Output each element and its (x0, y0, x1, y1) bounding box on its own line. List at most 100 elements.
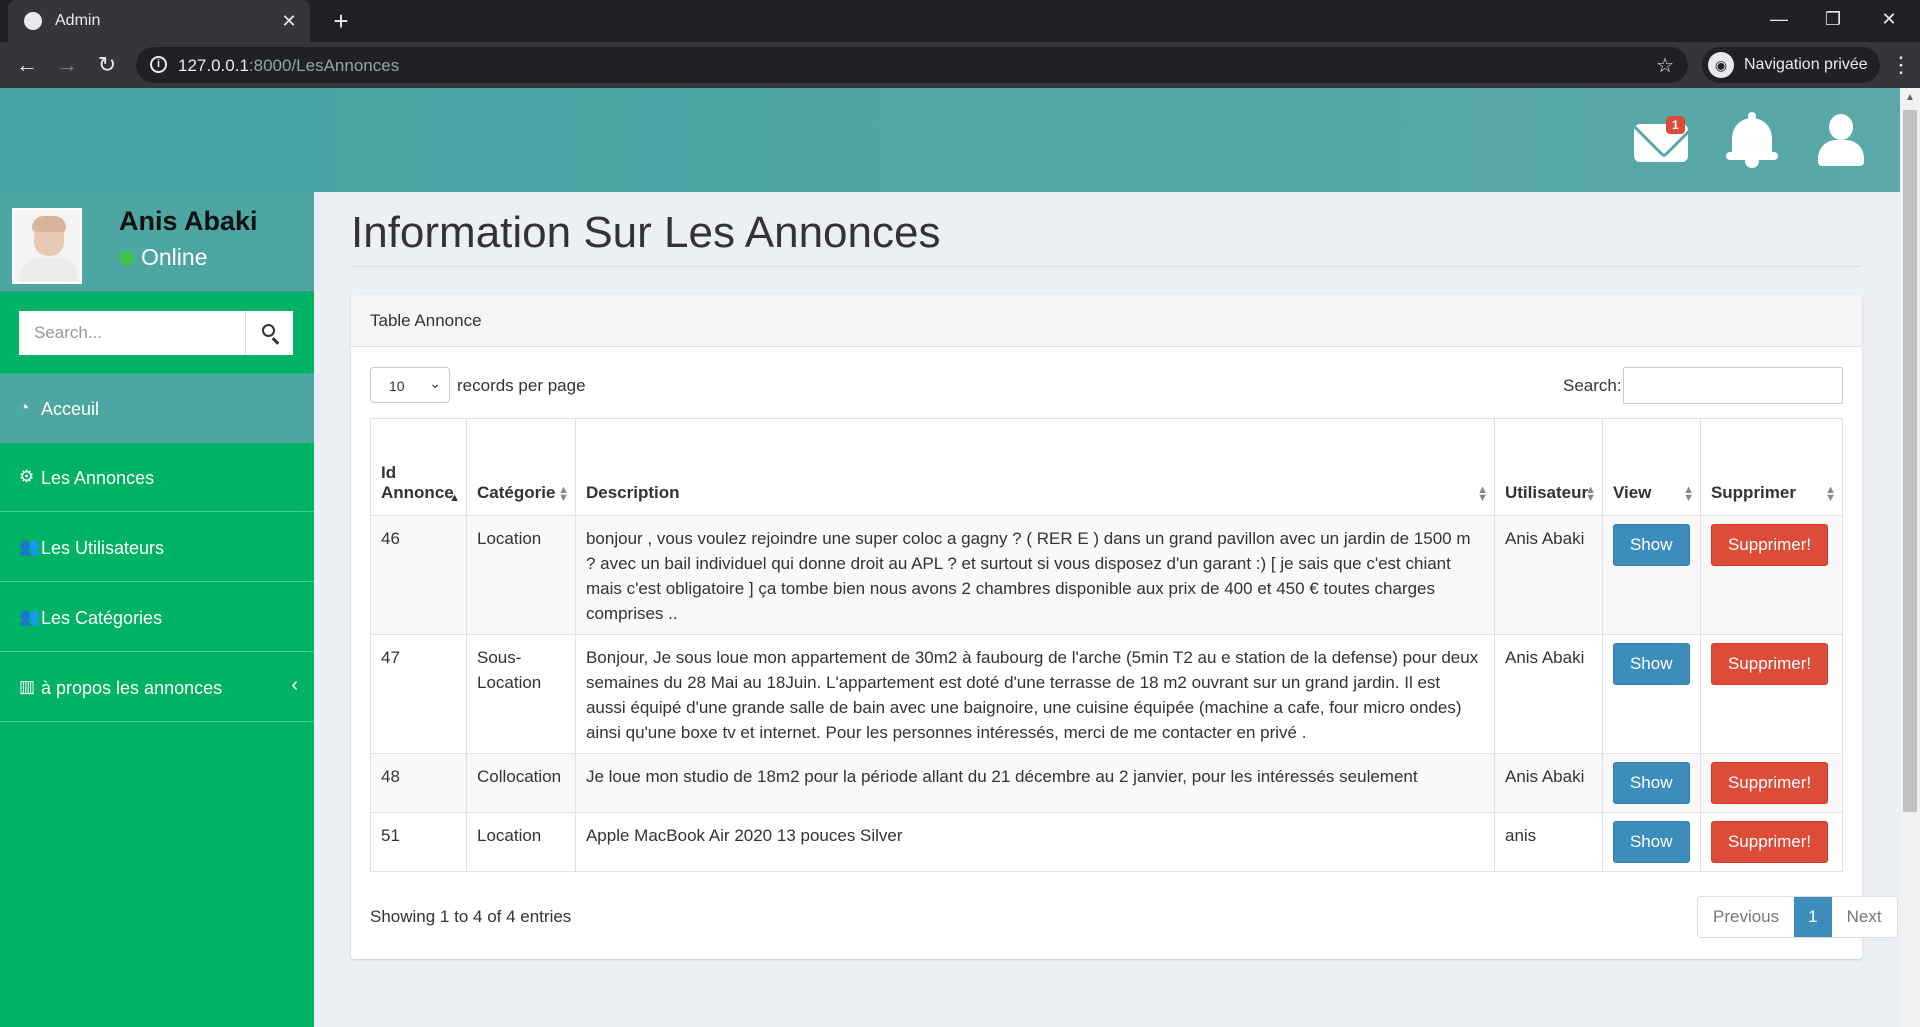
column-header-label: Id Annonce (381, 463, 454, 502)
column-header-label: Catégorie (476, 483, 556, 502)
show-button[interactable]: Show (1612, 643, 1690, 685)
page-title: Information Sur Les Annonces (351, 208, 941, 257)
cell-utilisateur: Anis Abaki (1493, 634, 1603, 754)
user-panel: Anis Abaki Online (0, 192, 314, 292)
envelope-icon[interactable]: 1 (1634, 116, 1688, 162)
delete-button[interactable]: Supprimer! (1710, 524, 1829, 566)
show-button[interactable]: Show (1612, 524, 1690, 566)
cell-view: Show (1601, 753, 1701, 813)
chevron-left-icon[interactable]: ‹ (291, 674, 298, 697)
delete-button[interactable]: Supprimer! (1710, 643, 1829, 685)
table-search-input[interactable] (1623, 367, 1843, 404)
page-1-button[interactable]: 1 (1794, 897, 1832, 937)
sort-asc-icon: ▲ (449, 492, 460, 504)
column-header-supprimer[interactable]: Supprimer ▲ ▼ (1699, 418, 1844, 516)
avatar (12, 208, 82, 284)
column-header-description[interactable]: Description ▲ ▼ (574, 418, 1495, 516)
show-button[interactable]: Show (1612, 821, 1690, 863)
incognito-indicator[interactable]: ◉ Navigation privée (1702, 47, 1880, 83)
users-icon: 👥 (19, 607, 41, 626)
column-header-categorie[interactable]: Catégorie ▲ ▼ (465, 418, 576, 516)
sidebar-item-utilisateurs[interactable]: 👥 Les Utilisateurs (0, 513, 314, 582)
column-header-id[interactable]: Id Annonce ▲ (370, 418, 467, 516)
window-close-icon[interactable]: ✕ (1866, 4, 1912, 34)
reload-icon[interactable]: ↻ (92, 50, 122, 80)
menu-icon[interactable]: ⋮ (1890, 50, 1912, 80)
tab-close-icon[interactable]: ✕ (278, 10, 300, 32)
user-status-label: Online (141, 244, 208, 270)
cogs-icon: ⚙ (19, 467, 35, 486)
globe-icon (24, 12, 42, 30)
tab-title: Admin (55, 12, 101, 29)
back-icon[interactable]: ← (12, 50, 42, 80)
browser-toolbar: ← → ↻ i 127.0.0.1:8000/LesAnnonces ☆ ◉ N… (0, 42, 1920, 88)
bar-chart-icon: ▥ (19, 677, 36, 696)
star-icon[interactable]: ☆ (1656, 53, 1674, 78)
cell-view: Show (1601, 515, 1701, 635)
chevron-down-icon: ⌄ (429, 375, 441, 391)
scrollbar-thumb[interactable] (1903, 110, 1917, 812)
delete-button[interactable]: Supprimer! (1710, 821, 1829, 863)
scroll-up-icon[interactable]: ▲ (1905, 92, 1915, 103)
browser-tab[interactable]: Admin ✕ (8, 0, 310, 42)
user-icon[interactable] (1818, 114, 1864, 170)
cell-description: bonjour , vous voulez rejoindre une supe… (574, 515, 1495, 635)
sidebar: Anis Abaki Online ◔ Acceuil ⚙ Les Annonc… (0, 192, 314, 1027)
cell-supprimer: Supprimer! (1699, 515, 1844, 635)
records-per-page-select[interactable]: 10 ⌄ (370, 367, 450, 403)
forward-icon[interactable]: → (52, 50, 82, 80)
browser-tab-bar: Admin ✕ + — ❐ ✕ (0, 0, 1920, 42)
column-header-label: View (1612, 483, 1652, 502)
sidebar-item-label: à propos les annonces (41, 678, 223, 698)
restore-icon[interactable]: ❐ (1810, 4, 1856, 34)
table-row: 46 Location bonjour , vous voulez rejoin… (370, 515, 1844, 635)
minimize-icon[interactable]: — (1756, 4, 1802, 34)
user-status: Online (119, 244, 207, 271)
sort-icon: ▲ ▼ (1825, 484, 1836, 504)
sidebar-item-label: Acceuil (41, 399, 100, 419)
sort-icon: ▲ ▼ (1585, 484, 1596, 504)
url-path: :8000/LesAnnonces (248, 56, 400, 75)
annonces-table: Id Annonce ▲ Catégorie ▲ ▼ Description ▲ ▼ Ut… (370, 418, 1844, 872)
sidebar-item-label: Les Annonces (41, 468, 155, 488)
sidebar-search-button[interactable] (245, 311, 293, 355)
sidebar-search-input[interactable] (19, 311, 245, 355)
next-page-button[interactable]: Next (1831, 897, 1897, 937)
url-text[interactable]: 127.0.0.1:8000/LesAnnonces (178, 56, 399, 76)
new-tab-button[interactable]: + (326, 6, 356, 36)
box-title: Table Annonce (370, 311, 482, 330)
cell-id: 46 (370, 515, 467, 635)
vertical-scrollbar[interactable]: ▲ (1900, 88, 1920, 1027)
user-name: Anis Abaki (119, 206, 258, 236)
column-header-label: Utilisateur (1504, 483, 1589, 502)
incognito-icon: ◉ (1708, 52, 1734, 78)
info-icon[interactable]: i (150, 56, 167, 73)
column-header-view[interactable]: View ▲ ▼ (1601, 418, 1701, 516)
cell-description: Bonjour, Je sous loue mon appartement de… (574, 634, 1495, 754)
sidebar-item-categories[interactable]: 👥 Les Catégories (0, 583, 314, 652)
mail-badge: 1 (1666, 116, 1685, 134)
sidebar-item-apropos[interactable]: ▥ à propos les annonces ‹ (0, 653, 314, 722)
table-box: Table Annonce 10 ⌄ records per page Sear… (351, 295, 1898, 959)
cell-categorie: Collocation (465, 753, 576, 813)
sort-icon: ▲ ▼ (1477, 484, 1488, 504)
delete-button[interactable]: Supprimer! (1710, 762, 1829, 804)
table-info: Showing 1 to 4 of 4 entries (370, 907, 572, 926)
sidebar-item-label: Les Catégories (41, 608, 163, 628)
cell-view: Show (1601, 812, 1701, 872)
address-bar[interactable]: i 127.0.0.1:8000/LesAnnonces ☆ (136, 47, 1688, 83)
column-header-utilisateur[interactable]: Utilisateur ▲ ▼ (1493, 418, 1603, 516)
table-row: 51 Location Apple MacBook Air 2020 13 po… (370, 812, 1844, 872)
show-button[interactable]: Show (1612, 762, 1690, 804)
cell-id: 47 (370, 634, 467, 754)
box-header: Table Annonce (351, 295, 1862, 347)
bell-icon[interactable] (1724, 112, 1780, 170)
records-per-page-label: records per page (457, 376, 586, 395)
sidebar-item-acceuil[interactable]: ◔ Acceuil (0, 374, 314, 443)
column-header-label: Supprimer (1710, 483, 1796, 502)
sidebar-item-annonces[interactable]: ⚙ Les Annonces (0, 443, 314, 512)
cell-id: 51 (370, 812, 467, 872)
cell-id: 48 (370, 753, 467, 813)
cell-view: Show (1601, 634, 1701, 754)
previous-page-button[interactable]: Previous (1698, 897, 1795, 937)
